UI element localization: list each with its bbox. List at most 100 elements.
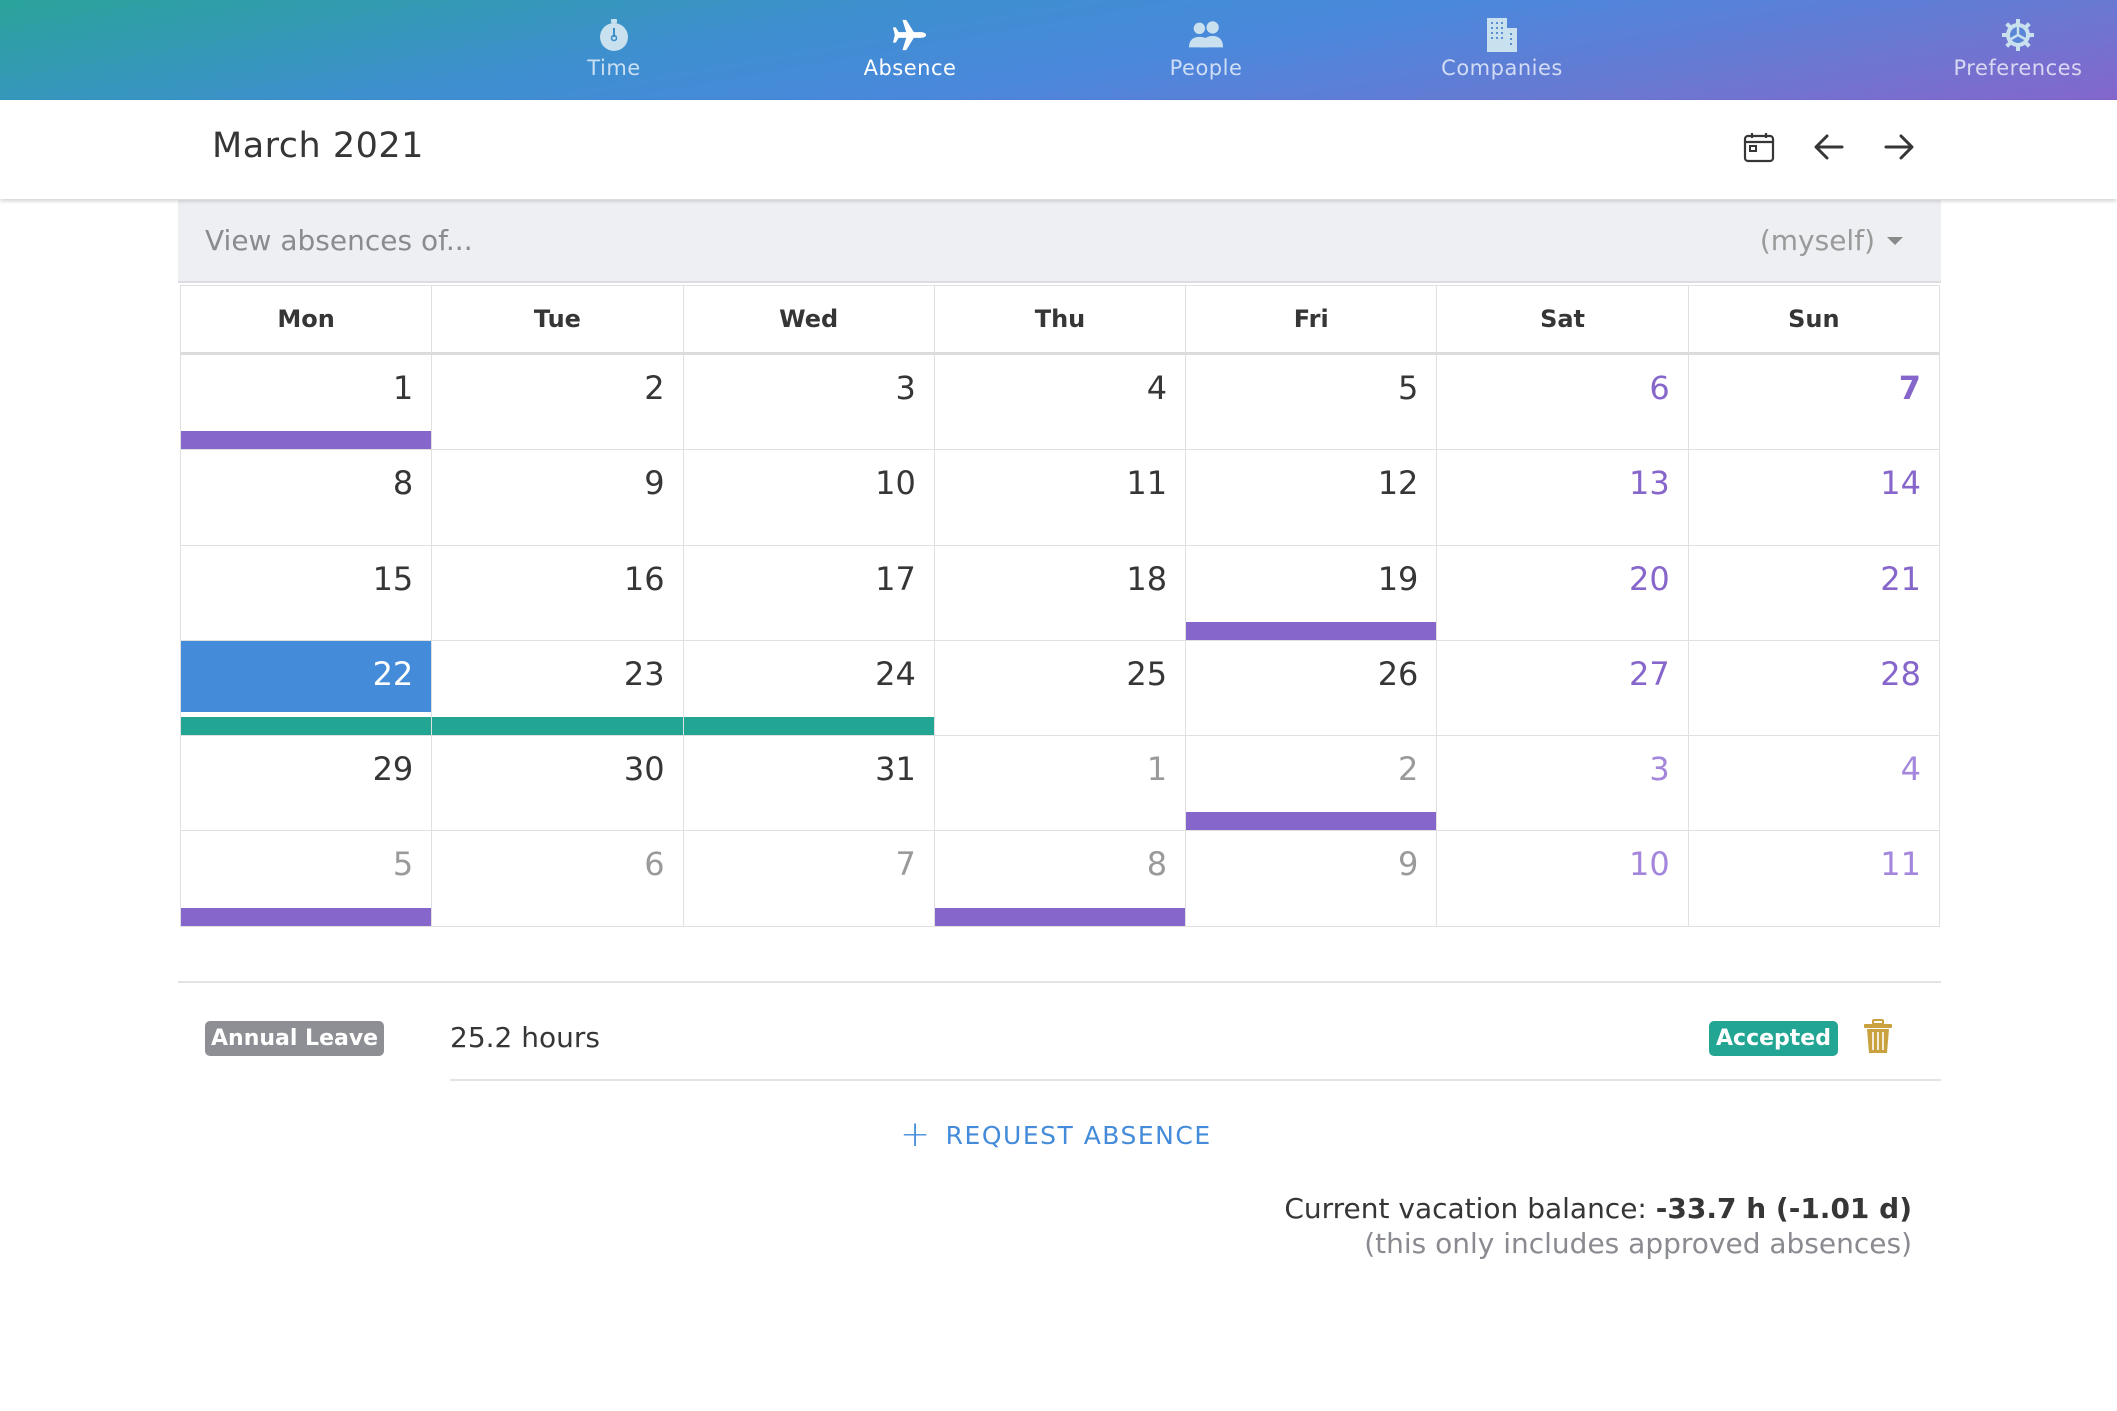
nav-item-time[interactable]: Time bbox=[514, 0, 714, 100]
calendar-day[interactable]: 14 bbox=[1689, 450, 1939, 544]
arrow-right-icon bbox=[1884, 134, 1914, 164]
calendar-day[interactable]: 5 bbox=[181, 831, 433, 926]
calendar-day[interactable]: 3 bbox=[684, 355, 935, 450]
previous-month-button[interactable] bbox=[1806, 126, 1852, 172]
calendar-week: 15 16 17 18 19 20 21 bbox=[180, 545, 1940, 641]
vacation-balance: Current vacation balance: -33.7 h (-1.01… bbox=[1284, 1192, 1912, 1225]
day-number: 14 bbox=[1880, 464, 1921, 503]
day-number: 20 bbox=[1628, 559, 1670, 598]
absence-bar[interactable] bbox=[683, 717, 934, 736]
calendar-day[interactable]: 6 bbox=[432, 831, 684, 926]
row-divider bbox=[450, 1079, 1941, 1081]
calendar-day[interactable]: 21 bbox=[1689, 546, 1939, 640]
calendar-day[interactable]: 16 bbox=[432, 545, 684, 640]
calendar-day[interactable]: 29 bbox=[181, 736, 433, 831]
today-button[interactable] bbox=[1736, 126, 1782, 172]
calendar-day[interactable]: 6 bbox=[1437, 355, 1689, 450]
calendar-day[interactable]: 15 bbox=[181, 545, 433, 640]
stopwatch-icon bbox=[596, 18, 632, 52]
calendar-week: 1 2 3 4 5 6 7 bbox=[180, 355, 1940, 451]
nav-label: Time bbox=[587, 56, 641, 80]
calendar-day[interactable]: 4 bbox=[935, 355, 1187, 450]
calendar-day[interactable]: 13 bbox=[1437, 450, 1689, 545]
calendar-day[interactable]: 5 bbox=[1186, 355, 1438, 450]
calendar-day[interactable]: 10 bbox=[1437, 831, 1689, 926]
calendar-day[interactable]: 31 bbox=[684, 736, 935, 831]
calendar-day[interactable]: 1 bbox=[181, 355, 433, 450]
calendar-week: 8 9 10 11 12 13 14 bbox=[180, 450, 1940, 546]
day-number: 10 bbox=[1628, 845, 1670, 884]
calendar-day[interactable]: 24 bbox=[683, 640, 935, 736]
nav-label: Preferences bbox=[1953, 56, 2083, 80]
calendar-day[interactable]: 19 bbox=[1186, 545, 1438, 640]
next-month-button[interactable] bbox=[1876, 126, 1922, 172]
calendar-day[interactable]: 26 bbox=[1186, 640, 1438, 736]
holiday-bar[interactable] bbox=[1186, 812, 1437, 831]
holiday-bar[interactable] bbox=[1186, 621, 1437, 640]
calendar-day[interactable]: 3 bbox=[1437, 736, 1689, 831]
calendar-day[interactable]: 20 bbox=[1437, 545, 1689, 640]
weekday-label: Sat bbox=[1437, 286, 1689, 352]
page-title: March 2021 bbox=[212, 126, 424, 166]
calendar-day[interactable]: 28 bbox=[1689, 641, 1939, 735]
day-number: 17 bbox=[875, 559, 916, 598]
calendar-day[interactable]: 25 bbox=[935, 640, 1187, 736]
people-icon bbox=[1188, 18, 1224, 52]
day-number: 11 bbox=[1126, 464, 1168, 503]
view-absences-of-select[interactable]: View absences of... (myself) bbox=[178, 200, 1941, 283]
absence-list-item[interactable]: Annual Leave 25.2 hours Accepted bbox=[178, 983, 1941, 1081]
day-number: 25 bbox=[1126, 654, 1168, 693]
calendar-day[interactable]: 2 bbox=[1186, 736, 1438, 831]
day-number: 26 bbox=[1377, 654, 1419, 693]
calendar-day[interactable]: 12 bbox=[1186, 450, 1438, 545]
calendar-day[interactable]: 8 bbox=[181, 450, 433, 545]
day-number: 31 bbox=[875, 750, 916, 789]
delete-absence-button[interactable] bbox=[1863, 1019, 1893, 1055]
nav-item-companies[interactable]: Companies bbox=[1402, 0, 1602, 100]
month-header: March 2021 bbox=[0, 100, 2117, 199]
arrow-left-icon bbox=[1814, 134, 1844, 164]
day-number: 7 bbox=[895, 845, 916, 884]
calendar-day[interactable]: 17 bbox=[684, 545, 935, 640]
calendar-day[interactable]: 1 bbox=[935, 736, 1187, 831]
calendar-day[interactable]: 9 bbox=[432, 450, 684, 545]
nav-item-preferences[interactable]: Preferences bbox=[1918, 0, 2117, 100]
nav-item-people[interactable]: People bbox=[1106, 0, 1306, 100]
day-number: 16 bbox=[623, 559, 665, 598]
request-absence-button[interactable]: + REQUEST ABSENCE bbox=[900, 1113, 1212, 1157]
day-number: 1 bbox=[1146, 750, 1168, 789]
nav-label: Companies bbox=[1441, 56, 1563, 80]
holiday-bar[interactable] bbox=[181, 907, 432, 926]
person-select[interactable]: (myself) bbox=[1760, 224, 1903, 257]
calendar-day[interactable]: 27 bbox=[1437, 640, 1689, 736]
calendar-day[interactable]: 10 bbox=[684, 450, 935, 545]
calendar-day[interactable]: 18 bbox=[935, 545, 1187, 640]
weekday-label: Fri bbox=[1186, 286, 1438, 352]
day-number: 2 bbox=[1398, 750, 1419, 789]
calendar-day[interactable]: 23 bbox=[432, 640, 684, 736]
holiday-bar[interactable] bbox=[181, 431, 432, 450]
calendar-day[interactable]: 4 bbox=[1689, 736, 1939, 830]
day-number: 8 bbox=[392, 464, 414, 503]
calendar-day[interactable]: 11 bbox=[1689, 831, 1939, 925]
day-number: 4 bbox=[1146, 369, 1168, 407]
day-number: 4 bbox=[1900, 750, 1921, 789]
absence-bar[interactable] bbox=[181, 717, 432, 736]
absence-bar[interactable] bbox=[432, 717, 683, 736]
calendar-day[interactable]: 9 bbox=[1186, 831, 1438, 926]
calendar-day[interactable]: 7 bbox=[1689, 355, 1939, 449]
calendar-day[interactable]: 7 bbox=[684, 831, 935, 926]
calendar-day[interactable]: 30 bbox=[432, 736, 684, 831]
day-number: 5 bbox=[392, 845, 414, 884]
caret-down-icon bbox=[1887, 236, 1903, 245]
nav-item-absence[interactable]: Absence bbox=[810, 0, 1010, 100]
calendar-day-selected[interactable]: 22 bbox=[181, 640, 433, 736]
filter-placeholder: View absences of... bbox=[205, 224, 473, 257]
airplane-icon bbox=[892, 18, 928, 52]
calendar-icon bbox=[1743, 131, 1775, 167]
calendar-day[interactable]: 11 bbox=[935, 450, 1187, 545]
holiday-bar[interactable] bbox=[934, 907, 1186, 926]
calendar-day[interactable]: 8 bbox=[934, 831, 1187, 926]
day-number: 27 bbox=[1628, 654, 1670, 693]
calendar-day[interactable]: 2 bbox=[432, 355, 684, 450]
